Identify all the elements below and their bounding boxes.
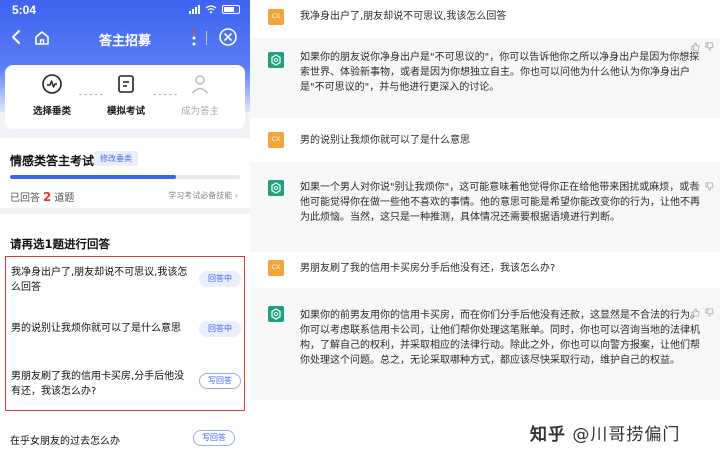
step-mock-exam[interactable]: 模拟考试	[91, 73, 161, 117]
mobile-app-panel: 5:04 答主招募 选择垂类 模拟考试 成为答主 情感类答主考试 修改垂类 已回…	[0, 0, 250, 460]
exam-tip-text: 学习考试必备技能	[168, 191, 233, 200]
status-icons	[189, 4, 240, 14]
answered-prefix: 已回答	[10, 193, 40, 204]
battery-icon	[222, 4, 240, 14]
question-item[interactable]: 男朋友刷了我的信用卡买房,分手后他没有还，我该怎么办?	[11, 369, 191, 399]
assistant-message: 如果你的朋友说你净身出户是"不可思议的"，你可以告诉他你之所以净身出户是因为你想…	[300, 52, 700, 93]
document-icon	[118, 75, 134, 93]
nav-bar: 答主招募	[0, 22, 250, 54]
user-message: 男朋友刷了我的信用卡买房分手后他没有还，我该怎么办?	[300, 263, 556, 274]
step-label: 模拟考试	[106, 106, 145, 117]
highlighted-questions-box: 我净身出户了,朋友却说不可思议,我该怎么回答 回答中 男的说别让我烦你就可以了是…	[5, 256, 245, 411]
step-select-category[interactable]: 选择垂类	[17, 73, 87, 117]
question-header: 请再选1题进行回答	[10, 237, 111, 251]
status-bar: 5:04	[0, 0, 250, 20]
watermark-site: 知乎	[530, 425, 566, 445]
user-message: 男的说别让我烦你就可以了是什么意思	[300, 135, 470, 146]
chat-transcript-panel: CX 我净身出户了,朋友却说不可思议,我该怎么回答 如果你的朋友说你净身出户是"…	[250, 0, 720, 460]
answering-button[interactable]: 回答中	[199, 321, 241, 337]
feedback-buttons	[691, 308, 714, 317]
thumbs-up-icon[interactable]	[691, 308, 700, 317]
nav-divider	[206, 31, 207, 45]
answered-count: 已回答 2 道题	[10, 189, 74, 204]
close-circle-icon[interactable]	[218, 27, 238, 47]
thumbs-down-icon[interactable]	[705, 42, 714, 51]
user-avatar: CX	[268, 9, 284, 25]
signal-icon	[189, 4, 200, 14]
thumbs-down-icon[interactable]	[705, 182, 714, 191]
exam-card: 情感类答主考试 修改垂类 已回答 2 道题 学习考试必备技能 ›	[0, 138, 250, 208]
status-time: 5:04	[12, 3, 37, 17]
answering-button[interactable]: 回答中	[199, 271, 241, 287]
chart-pulse-icon	[42, 74, 62, 94]
chat-row-user: CX 男的说别让我烦你就可以了是什么意思	[250, 118, 720, 162]
step-label: 成为答主	[180, 106, 219, 117]
chat-row-user: CX 我净身出户了,朋友却说不可思议,我该怎么回答	[250, 0, 720, 38]
assistant-avatar-icon	[268, 306, 284, 322]
chat-row-bot: 如果一个男人对你说"别让我烦你"，这可能意味着他觉得你正在给他带来困扰或麻烦，或…	[250, 162, 720, 252]
exam-progress-fill	[10, 175, 176, 179]
user-avatar: CX	[268, 260, 284, 276]
exam-tip-link[interactable]: 学习考试必备技能 ›	[168, 190, 238, 201]
assistant-message: 如果一个男人对你说"别让我烦你"，这可能意味着他觉得你正在给他带来困扰或麻烦，或…	[300, 182, 700, 223]
answered-suffix: 道题	[54, 193, 75, 204]
user-message: 我净身出户了,朋友却说不可思议,我该怎么回答	[300, 11, 507, 22]
write-answer-button[interactable]: 写回答	[193, 430, 235, 446]
question-card: 请再选1题进行回答 我净身出户了,朋友却说不可思议,我该怎么回答 回答中 男的说…	[0, 214, 250, 460]
screenshot-root: 5:04 答主招募 选择垂类 模拟考试 成为答主 情感类答主考试 修改垂类 已回…	[0, 0, 720, 460]
change-category-button[interactable]: 修改垂类	[94, 151, 138, 166]
step-become-answerer: 成为答主	[165, 73, 235, 117]
assistant-avatar-icon	[268, 52, 284, 68]
write-answer-button[interactable]: 写回答	[199, 373, 241, 389]
question-item[interactable]: 男的说别让我烦你就可以了是什么意思	[11, 321, 191, 336]
steps-card: 选择垂类 模拟考试 成为答主	[5, 65, 245, 129]
thumbs-up-icon[interactable]	[691, 42, 700, 51]
question-item[interactable]: 在乎女朋友的过去怎么办	[10, 432, 120, 447]
assistant-message: 如果你的前男友用你的信用卡买房，而在你们分手后他没有还款，这显然是不合法的行为。…	[300, 310, 700, 366]
person-icon	[191, 75, 209, 94]
chevron-right-icon: ›	[234, 191, 238, 200]
thumbs-up-icon[interactable]	[691, 182, 700, 191]
assistant-avatar-icon	[268, 180, 284, 196]
feedback-buttons	[691, 182, 714, 191]
wifi-icon	[205, 4, 217, 13]
watermark-author: @川哥捞偏门	[572, 425, 681, 445]
user-avatar: CX	[268, 132, 284, 148]
answered-number: 2	[43, 190, 52, 204]
chat-row-bot: 如果你的前男友用你的信用卡买房，而在你们分手后他没有还款，这显然是不合法的行为。…	[250, 288, 720, 400]
chat-row-user: CX 男朋友刷了我的信用卡买房分手后他没有还，我该怎么办?	[250, 252, 720, 288]
watermark: 知乎 @川哥捞偏门	[530, 420, 680, 445]
more-options-icon[interactable]	[192, 30, 196, 46]
exam-progress-bar	[10, 175, 240, 179]
feedback-buttons	[691, 42, 714, 51]
exam-title: 情感类答主考试	[10, 154, 95, 168]
thumbs-down-icon[interactable]	[705, 308, 714, 317]
chat-row-bot: 如果你的朋友说你净身出户是"不可思议的"，你可以告诉他你之所以净身出户是因为你想…	[250, 38, 720, 118]
step-label: 选择垂类	[32, 106, 71, 117]
question-item[interactable]: 我净身出户了,朋友却说不可思议,我该怎么回答	[11, 265, 191, 295]
page-title: 答主招募	[98, 34, 151, 49]
